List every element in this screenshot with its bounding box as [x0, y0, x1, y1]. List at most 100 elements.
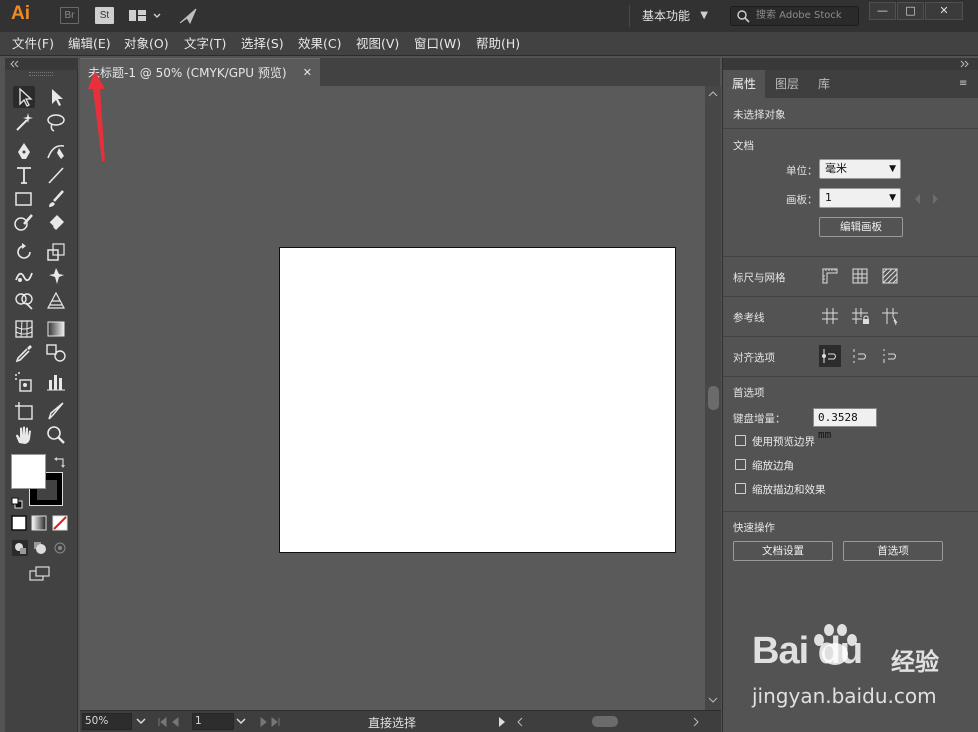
tab-layers[interactable]: 图层 [765, 70, 809, 98]
warp-tool-icon[interactable] [13, 265, 35, 287]
default-fill-stroke-icon[interactable] [11, 494, 23, 509]
grid-icon[interactable] [849, 265, 871, 287]
symbol-sprayer-tool-icon[interactable] [13, 371, 35, 393]
menu-select[interactable]: 选择(S) [241, 32, 284, 56]
menu-effect[interactable]: 效果(C) [298, 32, 341, 56]
transparency-grid-icon[interactable] [879, 265, 901, 287]
blend-tool-icon[interactable] [45, 342, 67, 364]
status-text: 直接选择 [368, 716, 417, 730]
pen-tool-icon[interactable] [13, 140, 35, 162]
paintbrush-tool-icon[interactable] [45, 188, 67, 210]
ruler-icon[interactable] [819, 265, 841, 287]
tab-properties[interactable]: 属性 [723, 70, 765, 98]
maximize-button[interactable]: □ [897, 2, 924, 20]
show-guides-icon[interactable] [819, 305, 841, 327]
zoom-tool-icon[interactable] [45, 424, 67, 446]
tools-panel-grip[interactable] [29, 72, 53, 76]
puppet-warp-tool-icon[interactable] [45, 265, 67, 287]
artboard-value: 1 [825, 191, 832, 204]
vertical-scroll-thumb[interactable] [708, 386, 719, 410]
gpu-performance-icon[interactable] [178, 7, 198, 25]
minimize-button[interactable]: — [869, 2, 896, 20]
mesh-tool-icon[interactable] [13, 318, 35, 340]
unit-select[interactable]: 毫米 ▼ [819, 159, 901, 179]
preferences-button[interactable]: 首选项 [843, 541, 943, 561]
eraser-tool-icon[interactable] [45, 212, 67, 234]
menu-window[interactable]: 窗口(W) [414, 32, 461, 56]
artboard-prev-next-icon[interactable] [913, 193, 943, 205]
draw-inside-icon[interactable] [52, 540, 68, 556]
magic-wand-tool-icon[interactable] [13, 111, 35, 133]
menu-edit[interactable]: 编辑(E) [68, 32, 111, 56]
shaper-tool-icon[interactable] [13, 212, 35, 234]
first-previous-artboard-icon[interactable] [156, 716, 196, 728]
stock-search-input[interactable]: 搜索 Adobe Stock [730, 6, 859, 26]
use-preview-bounds-checkbox[interactable] [735, 435, 746, 446]
smart-guides-icon[interactable] [879, 305, 901, 327]
hand-tool-icon[interactable] [13, 424, 35, 446]
artboard[interactable] [279, 247, 676, 553]
direct-selection-tool-icon[interactable] [45, 86, 67, 108]
scale-tool-icon[interactable] [45, 241, 67, 263]
panel-menu-icon[interactable]: ≡ [959, 78, 967, 89]
keyboard-increment-input[interactable]: 0.3528 mm [813, 408, 877, 441]
menu-type[interactable]: 文字(T) [184, 32, 226, 56]
selection-tool-icon[interactable] [13, 86, 35, 108]
snap-to-point-icon[interactable] [819, 345, 841, 367]
menu-view[interactable]: 视图(V) [356, 32, 399, 56]
rotate-tool-icon[interactable] [13, 241, 35, 263]
tab-libraries[interactable]: 库 [809, 70, 839, 98]
zoom-level-field[interactable]: 50% [82, 713, 132, 730]
perspective-grid-tool-icon[interactable] [45, 289, 67, 311]
stock-button[interactable]: St [95, 7, 114, 24]
panel-dock-header[interactable] [723, 58, 978, 70]
menu-bar: 文件(F) 编辑(E) 对象(O) 文字(T) 选择(S) 效果(C) 视图(V… [0, 32, 978, 56]
vertical-scrollbar[interactable] [705, 86, 721, 710]
none-mode-icon[interactable] [52, 515, 68, 531]
curvature-tool-icon[interactable] [45, 140, 67, 162]
shape-builder-tool-icon[interactable] [13, 289, 35, 311]
document-tab[interactable]: 未标题-1 @ 50% (CMYK/GPU 预览) ✕ [80, 58, 320, 86]
lasso-tool-icon[interactable] [45, 111, 67, 133]
swap-fill-stroke-icon[interactable] [53, 454, 67, 468]
gradient-tool-icon[interactable] [45, 318, 67, 340]
scale-strokes-effects-checkbox[interactable] [735, 483, 746, 494]
artboard-navigator-field[interactable]: 1 [192, 713, 234, 730]
draw-normal-icon[interactable] [12, 540, 28, 556]
draw-behind-icon[interactable] [32, 540, 48, 556]
menu-file[interactable]: 文件(F) [12, 32, 54, 56]
scroll-left-icon[interactable] [514, 716, 526, 728]
screen-mode-icon[interactable] [29, 566, 51, 582]
edit-artboards-button[interactable]: 编辑画板 [819, 217, 903, 237]
gradient-mode-icon[interactable] [31, 515, 47, 531]
lock-guides-icon[interactable] [849, 305, 871, 327]
type-tool-icon[interactable] [13, 164, 35, 186]
close-document-icon[interactable]: ✕ [303, 59, 312, 87]
artboard-tool-icon[interactable] [13, 400, 35, 422]
scale-corners-checkbox[interactable] [735, 459, 746, 470]
rectangle-tool-icon[interactable] [13, 188, 35, 210]
slice-tool-icon[interactable] [45, 400, 67, 422]
fill-swatch[interactable] [11, 454, 46, 489]
column-graph-tool-icon[interactable] [45, 371, 67, 393]
menu-help[interactable]: 帮助(H) [476, 32, 520, 56]
workspace-switcher[interactable]: 基本功能 ▼ [629, 5, 715, 27]
bridge-button[interactable]: Br [60, 7, 79, 24]
artboard-select[interactable]: 1 ▼ [819, 188, 901, 208]
close-window-button[interactable]: ✕ [925, 2, 963, 20]
arrange-documents-icon[interactable] [128, 8, 164, 24]
snap-to-glyph-icon[interactable] [879, 345, 901, 367]
tools-panel-header[interactable] [5, 58, 78, 70]
scroll-right-icon[interactable] [690, 716, 702, 728]
snap-to-pixel-icon[interactable] [849, 345, 871, 367]
eyedropper-tool-icon[interactable] [13, 342, 35, 364]
document-setup-button[interactable]: 文档设置 [733, 541, 833, 561]
menu-object[interactable]: 对象(O) [124, 32, 169, 56]
color-mode-icon[interactable] [11, 515, 27, 531]
horizontal-scroll-thumb[interactable] [592, 716, 618, 727]
status-menu-icon[interactable] [496, 716, 508, 728]
zoom-dropdown-icon[interactable] [135, 717, 147, 727]
line-segment-tool-icon[interactable] [45, 164, 67, 186]
next-last-artboard-icon[interactable] [258, 716, 298, 728]
artboard-dropdown-icon[interactable] [235, 717, 247, 727]
